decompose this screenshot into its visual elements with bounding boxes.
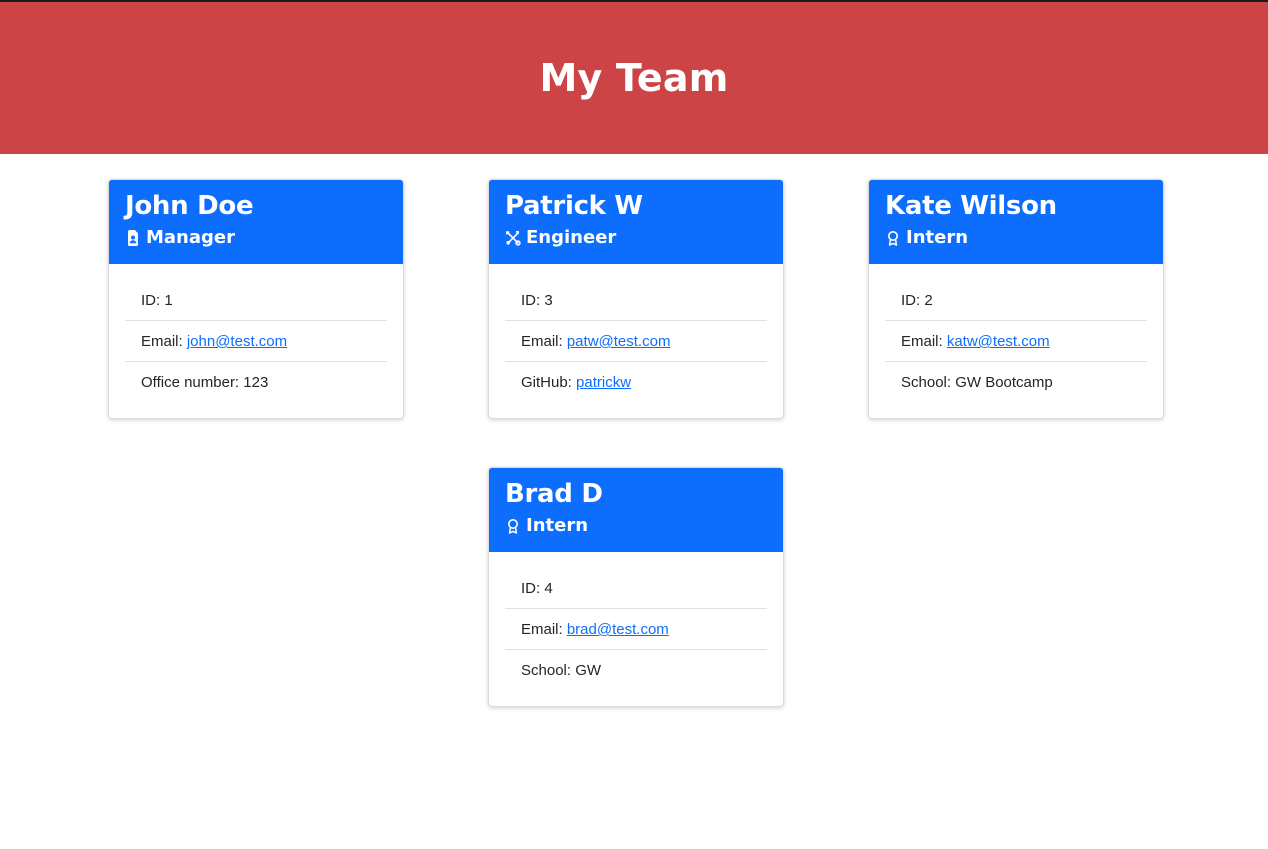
- employee-card-manager: John Doe Manager ID: 1 Email: john@test.…: [108, 179, 404, 419]
- employee-name: Kate Wilson: [885, 191, 1057, 221]
- school: School: GW: [521, 662, 602, 679]
- employee-id: ID: 1: [125, 280, 387, 321]
- email-link[interactable]: katw@test.com: [947, 333, 1050, 350]
- employee-email-row: Email: brad@test.com: [505, 609, 767, 650]
- role-label: Intern: [906, 227, 969, 248]
- card-header: Patrick W Engineer: [489, 180, 783, 264]
- email-label: Email:: [901, 333, 947, 350]
- email-label: Email:: [521, 333, 567, 350]
- employee-id: ID: 3: [505, 280, 767, 321]
- role-label: Engineer: [526, 227, 617, 248]
- employee-name: John Doe: [125, 191, 254, 221]
- card-header: Kate Wilson Intern: [869, 180, 1163, 264]
- id-badge-icon: [125, 230, 141, 246]
- employee-card-intern: Kate Wilson Intern ID: 2 Email: katw@tes…: [868, 179, 1164, 419]
- page-header: My Team: [0, 2, 1268, 154]
- employee-name: Patrick W: [505, 191, 643, 221]
- email-label: Email:: [521, 621, 567, 638]
- employee-card-intern: Brad D Intern ID: 4 Email: brad@test.com…: [488, 467, 784, 707]
- employee-role: Intern: [885, 226, 1147, 250]
- page-title: My Team: [539, 56, 729, 100]
- email-label: Email:: [141, 333, 187, 350]
- employee-id: ID: 4: [505, 568, 767, 609]
- card-details: ID: 4 Email: brad@test.com School: GW: [489, 552, 783, 691]
- employee-email-row: Email: patw@test.com: [505, 321, 767, 362]
- employee-role: Manager: [125, 226, 387, 250]
- role-label: Intern: [526, 515, 589, 536]
- email-link[interactable]: john@test.com: [187, 333, 287, 350]
- employee-id: ID: 2: [885, 280, 1147, 321]
- tools-icon: [505, 230, 521, 246]
- office-number: Office number: 123: [141, 374, 269, 391]
- github-link[interactable]: patrickw: [576, 374, 631, 391]
- employee-name: Brad D: [505, 479, 603, 509]
- github-label: GitHub:: [521, 374, 577, 391]
- card-details: ID: 3 Email: patw@test.com GitHub: patri…: [489, 264, 783, 403]
- employee-card-engineer: Patrick W Engineer ID: 3 Email: patw@tes…: [488, 179, 784, 419]
- employee-role: Engineer: [505, 226, 767, 250]
- card-header: John Doe Manager: [109, 180, 403, 264]
- award-icon: [505, 518, 521, 534]
- email-link[interactable]: patw@test.com: [567, 333, 671, 350]
- employee-email-row: Email: john@test.com: [125, 321, 387, 362]
- employee-role: Intern: [505, 514, 767, 538]
- award-icon: [885, 230, 901, 246]
- card-details: ID: 2 Email: katw@test.com School: GW Bo…: [869, 264, 1163, 403]
- role-label: Manager: [146, 227, 235, 248]
- school: School: GW Bootcamp: [901, 374, 1053, 391]
- github-row: GitHub: patrickw: [505, 362, 767, 403]
- card-details: ID: 1 Email: john@test.com Office number…: [109, 264, 403, 403]
- email-link[interactable]: brad@test.com: [567, 621, 669, 638]
- employee-email-row: Email: katw@test.com: [885, 321, 1147, 362]
- card-header: Brad D Intern: [489, 468, 783, 552]
